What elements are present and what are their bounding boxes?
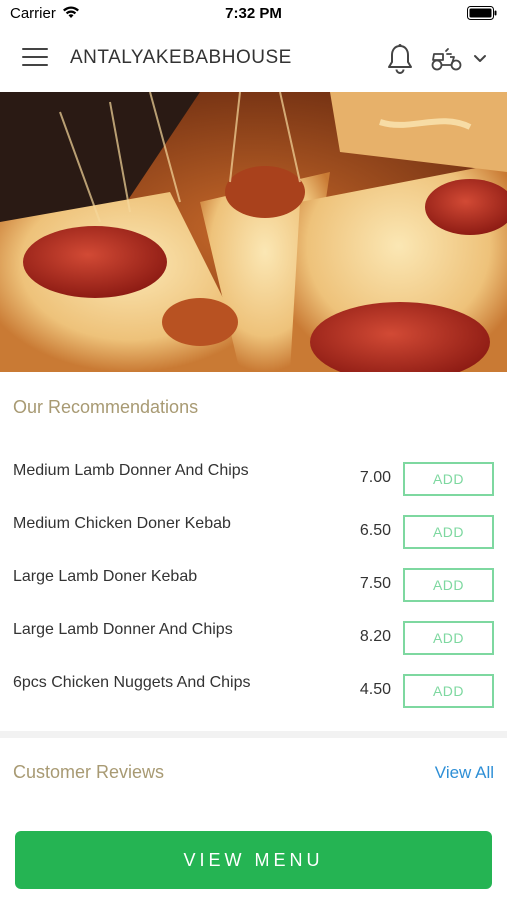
clock-time: 7:32 PM xyxy=(225,5,282,22)
add-button[interactable]: ADD xyxy=(403,515,494,549)
list-item: Large Lamb Doner Kebab 7.50 ADD xyxy=(0,556,507,609)
item-name: Large Lamb Donner And Chips xyxy=(13,621,233,638)
view-menu-button[interactable]: VIEW MENU xyxy=(15,831,492,889)
list-item: Large Lamb Donner And Chips 8.20 ADD xyxy=(0,609,507,662)
list-item: Medium Lamb Donner And Chips 7.00 ADD xyxy=(0,450,507,503)
reviews-title: Customer Reviews xyxy=(13,762,165,782)
recommendations-list: Medium Lamb Donner And Chips 7.00 ADD Me… xyxy=(0,450,507,715)
item-price: 6.50 xyxy=(359,522,391,539)
section-divider xyxy=(0,731,507,738)
list-item: Medium Chicken Doner Kebab 6.50 ADD xyxy=(0,503,507,556)
battery-icon xyxy=(467,6,497,24)
item-price: 7.00 xyxy=(359,469,391,486)
item-price: 4.50 xyxy=(359,681,391,698)
item-name: Medium Chicken Doner Kebab xyxy=(13,515,231,532)
item-name: 6pcs Chicken Nuggets And Chips xyxy=(13,674,251,691)
chevron-down-icon[interactable] xyxy=(472,52,488,66)
view-all-link[interactable]: View All xyxy=(435,763,494,783)
add-button[interactable]: ADD xyxy=(403,462,494,496)
item-price: 8.20 xyxy=(359,628,391,645)
add-button[interactable]: ADD xyxy=(403,568,494,602)
item-name: Large Lamb Doner Kebab xyxy=(13,568,198,585)
bell-icon[interactable] xyxy=(386,43,414,75)
hamburger-icon[interactable] xyxy=(22,48,48,70)
status-bar: Carrier 7:32 PM xyxy=(0,0,507,26)
scooter-icon[interactable] xyxy=(430,46,464,72)
list-item: 6pcs Chicken Nuggets And Chips 4.50 ADD xyxy=(0,662,507,715)
hero-pizza-image xyxy=(0,92,507,372)
app-header: ANTALYAKEBABHOUSE xyxy=(0,26,507,92)
recommendations-title: Our Recommendations xyxy=(13,397,199,417)
item-name: Medium Lamb Donner And Chips xyxy=(13,462,249,479)
item-price: 7.50 xyxy=(359,575,391,592)
add-button[interactable]: ADD xyxy=(403,621,494,655)
app-title: ANTALYAKEBABHOUSE xyxy=(70,47,292,68)
add-button[interactable]: ADD xyxy=(403,674,494,708)
